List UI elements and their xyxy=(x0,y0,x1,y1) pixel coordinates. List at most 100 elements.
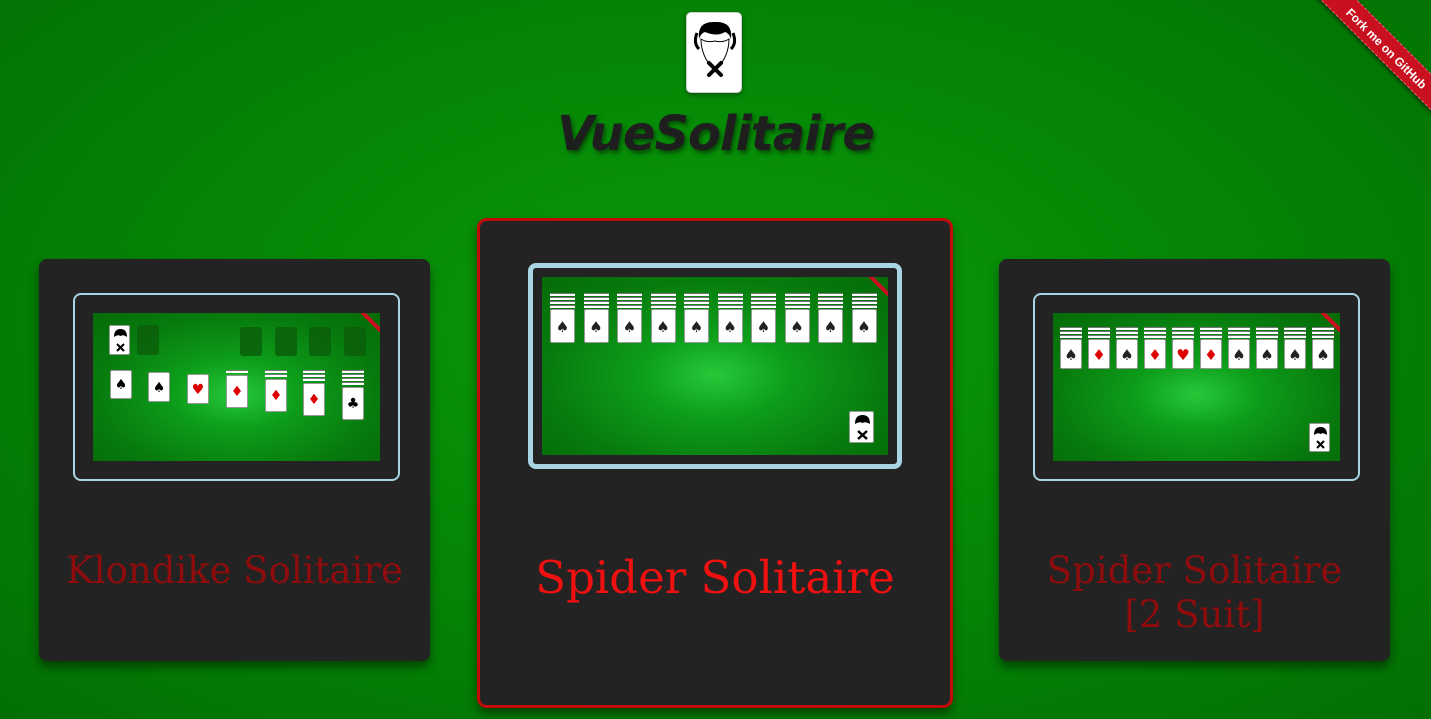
tableau-stack xyxy=(851,293,877,296)
tableau-card: ♠ xyxy=(1312,339,1334,369)
game-option-spider[interactable]: ♠ ♠ ♠ ♠ ♠ ♠ ♠ ♠ ♠ ♠ Spider Solitaire xyxy=(477,218,953,708)
tableau-stack xyxy=(684,293,709,296)
tableau-stack xyxy=(550,301,575,304)
tableau-stack xyxy=(684,297,709,300)
tableau-stack xyxy=(550,297,575,300)
tableau-stack xyxy=(818,297,843,300)
tableau-stack xyxy=(751,293,776,296)
tableau-stack xyxy=(1284,331,1306,334)
tableau-stack xyxy=(583,293,609,296)
tableau-stack xyxy=(550,305,575,308)
tableau-stack xyxy=(1200,335,1222,338)
tableau-stack xyxy=(650,305,676,308)
tableau-stack xyxy=(1284,335,1306,338)
klondike-preview-felt: ♠ ♠ ♥ ♦ ♦ ♦ ♣ xyxy=(93,313,380,461)
tableau-stack xyxy=(583,301,609,304)
spider-preview-felt: ♠ ♠ ♠ ♠ ♠ ♠ ♠ ♠ ♠ ♠ xyxy=(542,277,888,455)
tableau-stack xyxy=(1172,335,1194,338)
fork-me-on-github-link[interactable]: Fork me on GitHub xyxy=(1303,0,1431,132)
tableau-card: ♠ xyxy=(650,309,676,343)
tableau-stack xyxy=(650,297,676,300)
foundation-slot xyxy=(240,327,262,356)
tableau-stack xyxy=(751,297,776,300)
tableau-stack xyxy=(818,305,843,308)
github-ribbon: Fork me on GitHub xyxy=(1291,0,1431,140)
tableau-card: ♠ xyxy=(110,370,132,399)
tableau-stack xyxy=(684,301,709,304)
tableau-stack xyxy=(1256,331,1278,334)
tableau-stack xyxy=(1172,331,1194,334)
tableau-stack xyxy=(1312,335,1334,338)
tableau-stack xyxy=(342,378,364,381)
game-option-klondike[interactable]: ♠ ♠ ♥ ♦ ♦ ♦ ♣ Klondike Solitaire xyxy=(39,259,430,661)
tableau-card: ♠ xyxy=(550,309,575,343)
app-logo-card-icon xyxy=(686,12,742,93)
tableau-stack xyxy=(342,374,364,377)
tableau-stack xyxy=(751,305,776,308)
tableau-card: ♦ xyxy=(1200,339,1222,369)
tableau-stack xyxy=(550,293,575,296)
tableau-stack xyxy=(1172,327,1194,330)
tableau-stack xyxy=(342,370,364,373)
tableau-card: ♥ xyxy=(1172,339,1194,369)
tableau-stack xyxy=(1256,327,1278,330)
tableau-stack xyxy=(265,370,287,373)
tableau-stack xyxy=(226,370,248,373)
tableau-card: ♠ xyxy=(851,309,877,343)
spider-preview: ♠ ♠ ♠ ♠ ♠ ♠ ♠ ♠ ♠ ♠ xyxy=(528,263,902,469)
deal-pile-joker-icon xyxy=(1309,423,1330,452)
tableau-stack xyxy=(684,305,709,308)
tableau-stack xyxy=(1060,327,1082,330)
app-title: VueSolitaire xyxy=(557,106,875,162)
tableau-card: ♣ xyxy=(342,387,364,420)
game-title-spider: Spider Solitaire xyxy=(535,551,895,604)
tableau-stack xyxy=(265,374,287,377)
tableau-stack xyxy=(617,305,642,308)
tableau-stack xyxy=(1200,331,1222,334)
tableau-stack xyxy=(342,382,364,385)
tableau-card: ♠ xyxy=(1060,339,1082,369)
tableau-stack xyxy=(303,374,325,377)
spider-2-suit-preview: ♠ ♦ ♠ ♦ ♥ ♦ ♠ ♠ ♠ ♠ xyxy=(1033,293,1360,481)
tableau-stack xyxy=(1312,331,1334,334)
tableau-card: ♥ xyxy=(187,374,209,404)
game-title-klondike: Klondike Solitaire xyxy=(66,549,403,592)
foundation-slot xyxy=(275,327,297,356)
tableau-stack xyxy=(583,297,609,300)
tableau-stack xyxy=(1228,331,1250,334)
foundation-slot xyxy=(309,327,331,356)
tableau-card: ♦ xyxy=(265,379,287,412)
tableau-stack xyxy=(617,301,642,304)
game-title-spider-2-suit: Spider Solitaire [2 Suit] xyxy=(1046,549,1343,636)
tableau-stack xyxy=(717,305,743,308)
tableau-stack xyxy=(1144,331,1166,334)
tableau-card: ♦ xyxy=(226,375,248,408)
tableau-stack xyxy=(303,378,325,381)
tableau-stack xyxy=(717,301,743,304)
waste-slot xyxy=(137,325,159,355)
tableau-card: ♠ xyxy=(818,309,843,343)
tableau-stack xyxy=(818,293,843,296)
tableau-card: ♠ xyxy=(617,309,642,343)
tableau-card: ♦ xyxy=(1144,339,1166,369)
tableau-stack xyxy=(717,293,743,296)
tableau-stack xyxy=(751,301,776,304)
tableau-stack xyxy=(650,293,676,296)
tableau-stack xyxy=(617,293,642,296)
tableau-card: ♠ xyxy=(1256,339,1278,369)
tableau-card: ♠ xyxy=(684,309,709,343)
tableau-stack xyxy=(717,297,743,300)
tableau-card: ♠ xyxy=(1284,339,1306,369)
klondike-preview: ♠ ♠ ♥ ♦ ♦ ♦ ♣ xyxy=(73,293,400,481)
tableau-stack xyxy=(583,305,609,308)
tableau-card: ♠ xyxy=(751,309,776,343)
tableau-card: ♠ xyxy=(583,309,609,343)
tableau-stack xyxy=(784,301,810,304)
tableau-stack xyxy=(851,301,877,304)
tableau-stack xyxy=(1228,327,1250,330)
tableau-card: ♦ xyxy=(1088,339,1110,369)
tableau-stack xyxy=(1256,335,1278,338)
tableau-stack xyxy=(1200,327,1222,330)
tableau-stack xyxy=(1284,327,1306,330)
game-option-spider-2-suit[interactable]: ♠ ♦ ♠ ♦ ♥ ♦ ♠ ♠ ♠ ♠ Spider Solitaire [2 Suit] xyxy=(999,259,1390,661)
